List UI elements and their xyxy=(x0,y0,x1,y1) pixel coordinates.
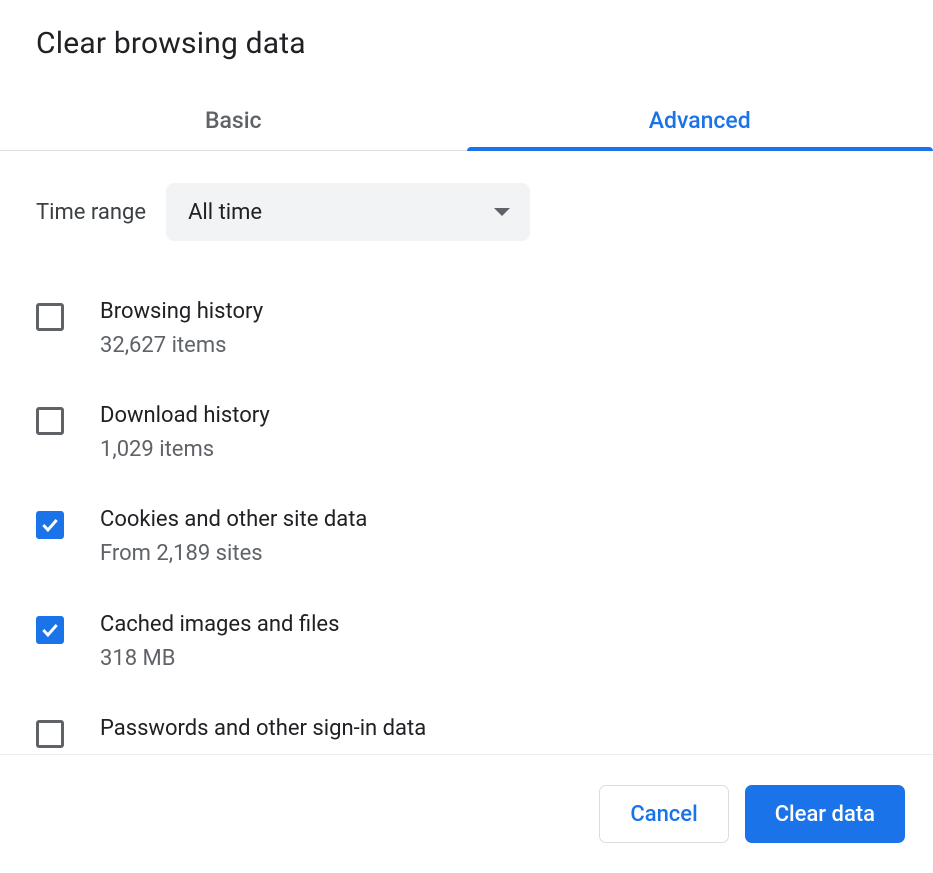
option-subtitle: 1,029 items xyxy=(100,433,270,467)
option-text: Browsing history32,627 items xyxy=(100,295,263,363)
option-row[interactable]: Cached images and files318 MB xyxy=(36,590,897,694)
tab-advanced[interactable]: Advanced xyxy=(467,93,933,150)
option-subtitle: From 2,189 sites xyxy=(100,537,367,571)
dialog-header: Clear browsing data xyxy=(0,0,933,71)
dialog-title: Clear browsing data xyxy=(36,26,897,61)
clear-browsing-data-dialog: Clear browsing data Basic Advanced Time … xyxy=(0,0,933,873)
option-row[interactable]: Cookies and other site dataFrom 2,189 si… xyxy=(36,485,897,589)
clear-data-button[interactable]: Clear data xyxy=(745,785,905,843)
chevron-down-icon xyxy=(494,208,510,216)
option-text: Cookies and other site dataFrom 2,189 si… xyxy=(100,503,367,571)
checkbox[interactable] xyxy=(36,720,64,748)
option-title: Cookies and other site data xyxy=(100,503,367,537)
option-title: Passwords and other sign-in data xyxy=(100,712,426,746)
option-title: Cached images and files xyxy=(100,608,339,642)
tab-advanced-label: Advanced xyxy=(649,107,751,134)
option-row[interactable]: Download history1,029 items xyxy=(36,381,897,485)
cancel-button-label: Cancel xyxy=(630,802,697,827)
option-subtitle: 32,627 items xyxy=(100,329,263,363)
option-title: Browsing history xyxy=(100,295,263,329)
dialog-footer: Cancel Clear data xyxy=(0,755,933,873)
time-range-row: Time range All time xyxy=(36,183,897,241)
checkbox[interactable] xyxy=(36,616,64,644)
option-text: Download history1,029 items xyxy=(100,399,270,467)
option-row[interactable]: Passwords and other sign-in data xyxy=(36,694,897,755)
options-list: Browsing history32,627 items Download his… xyxy=(36,277,897,755)
option-text: Passwords and other sign-in data xyxy=(100,712,426,746)
option-subtitle: 318 MB xyxy=(100,642,339,676)
tab-basic-label: Basic xyxy=(205,107,262,134)
time-range-label: Time range xyxy=(36,200,146,225)
time-range-select[interactable]: All time xyxy=(166,183,530,241)
cancel-button[interactable]: Cancel xyxy=(599,785,728,843)
checkbox[interactable] xyxy=(36,303,64,331)
option-row[interactable]: Browsing history32,627 items xyxy=(36,277,897,381)
time-range-value: All time xyxy=(188,200,262,225)
checkbox[interactable] xyxy=(36,407,64,435)
clear-data-button-label: Clear data xyxy=(775,802,875,827)
checkbox[interactable] xyxy=(36,511,64,539)
tab-basic[interactable]: Basic xyxy=(0,93,467,150)
dialog-body: Time range All time Browsing history32,6… xyxy=(0,151,933,755)
option-text: Cached images and files318 MB xyxy=(100,608,339,676)
tabs: Basic Advanced xyxy=(0,93,933,151)
option-title: Download history xyxy=(100,399,270,433)
